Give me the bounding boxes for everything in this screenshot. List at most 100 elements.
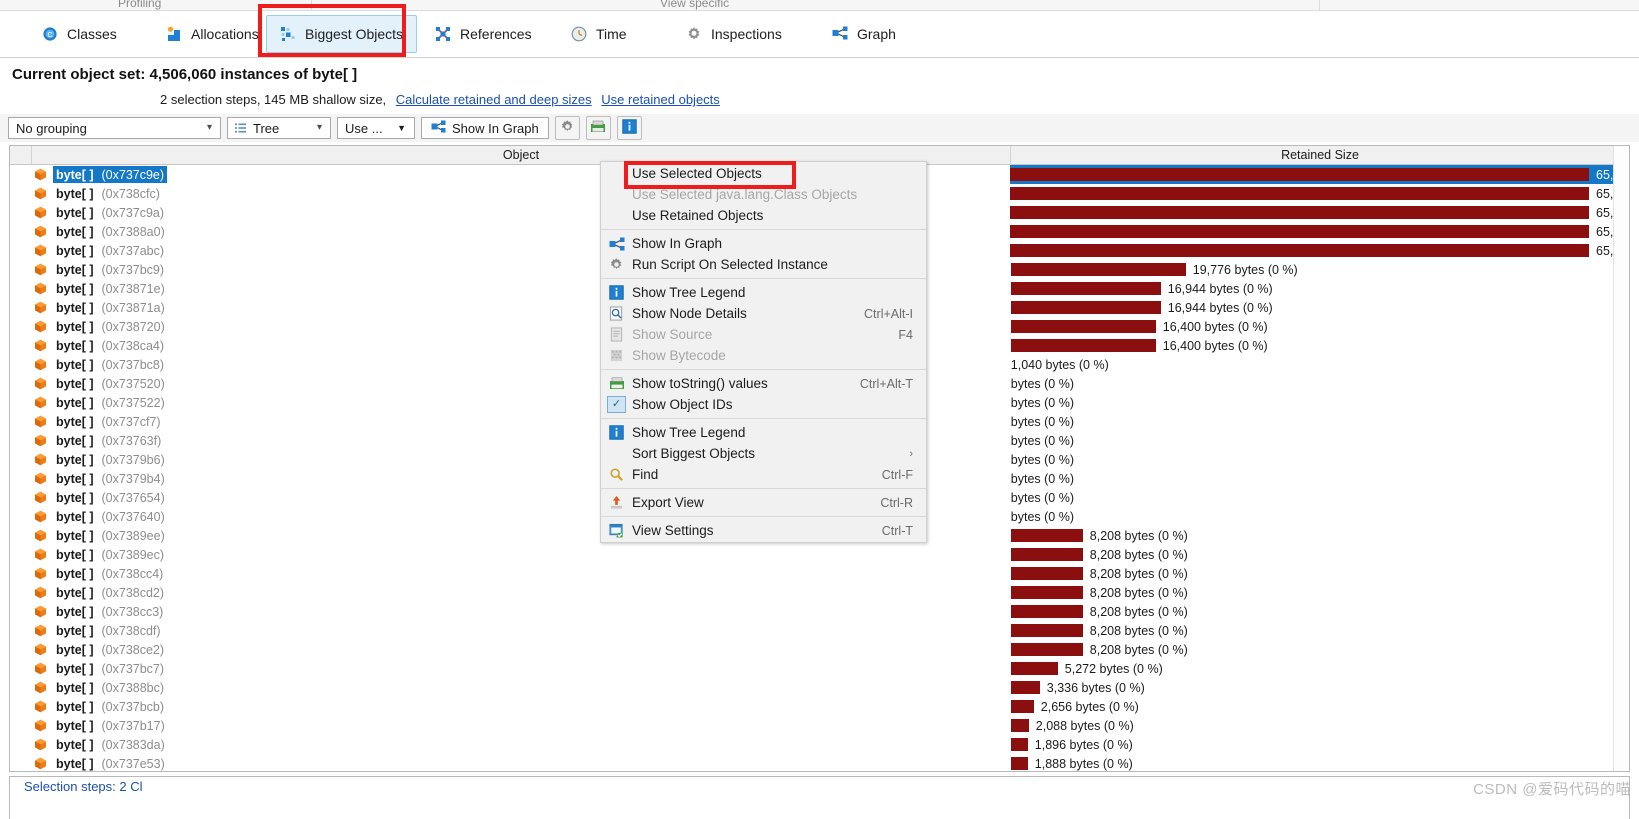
menu-item-label: Show Tree Legend [632, 425, 746, 440]
object-label-box: byte[ ] (0x737abc) [53, 242, 167, 259]
menu-item-use-retained-objects[interactable]: Use Retained Objects [601, 205, 926, 226]
object-label-box: byte[ ] (0x737c9a) [53, 204, 167, 221]
object-class-name: byte[ ] [56, 224, 94, 239]
retained-size-cell: bytes (0 %) [1011, 488, 1629, 507]
show-in-graph-label: Show In Graph [452, 120, 539, 136]
cube-icon [34, 301, 47, 314]
table-row[interactable]: byte[ ] (0x738cd2) 8,208 bytes (0 %) [10, 583, 1629, 602]
menu-item-sort-biggest-objects[interactable]: Sort Biggest Objects › [601, 443, 926, 464]
cube-icon [34, 282, 47, 295]
retained-size-label: 8,208 bytes (0 %) [1089, 566, 1188, 581]
menu-item-shortcut: Ctrl-T [881, 523, 913, 538]
vertical-scrollbar[interactable] [1613, 146, 1629, 771]
table-header-retained-size[interactable]: Retained Size ▼ [1011, 146, 1629, 165]
cube-icon [34, 662, 47, 675]
object-label-box: byte[ ] (0x737b17) [53, 717, 168, 734]
menu-item-label: Show Bytecode [632, 348, 726, 363]
object-id: (0x738ce2) [101, 642, 165, 657]
retained-size-label: 8,208 bytes (0 %) [1089, 604, 1188, 619]
tab-biggest-objects[interactable]: Biggest Objects [266, 15, 418, 53]
checkbox-checked-icon[interactable]: ✓ [607, 396, 626, 413]
show-in-graph-button[interactable]: Show In Graph [421, 117, 549, 139]
object-class-name: byte[ ] [56, 528, 94, 543]
menu-item-label: Show In Graph [632, 236, 723, 251]
table-row[interactable]: byte[ ] (0x738cdf) 8,208 bytes (0 %) [10, 621, 1629, 640]
menu-item-show-object-ids[interactable]: ✓ Show Object IDs [601, 394, 926, 415]
table-row[interactable]: byte[ ] (0x738cc4) 8,208 bytes (0 %) [10, 564, 1629, 583]
ribbon-group-label-view-specific: View specific [660, 0, 730, 10]
show-tostring-values-button[interactable] [585, 116, 611, 140]
table-row[interactable]: byte[ ] (0x737b17) 2,088 bytes (0 %) [10, 716, 1629, 735]
table-row[interactable]: byte[ ] (0x737e53) 1,888 bytes (0 %) [10, 754, 1629, 771]
object-class-name: byte[ ] [56, 718, 94, 733]
menu-item-show-in-graph[interactable]: Show In Graph [601, 233, 926, 254]
tab-graph[interactable]: Graph [818, 15, 910, 53]
table-row[interactable]: byte[ ] (0x737bcb) 2,656 bytes (0 %) [10, 697, 1629, 716]
object-class-name: byte[ ] [56, 262, 94, 277]
menu-separator [601, 229, 926, 230]
info-icon [622, 119, 637, 137]
menu-item-shortcut: Ctrl-F [881, 467, 913, 482]
checkbox-checked-icon: ✓ [601, 396, 632, 413]
tab-allocations[interactable]: Allocations [152, 15, 273, 53]
tab-label: Allocations [191, 26, 259, 42]
object-class-name: byte[ ] [56, 186, 94, 201]
use-dropdown-button[interactable]: Use ... ▼ [337, 117, 415, 139]
retained-size-cell: 65,552 bytes (0 %) [1010, 184, 1629, 203]
object-name-cell: byte[ ] (0x738cd2) [10, 583, 1011, 602]
tab-references[interactable]: References [421, 15, 546, 53]
menu-item-show-tostring-values[interactable]: Show toString() values Ctrl+Alt-T [601, 373, 926, 394]
retained-size-label: 16,944 bytes (0 %) [1167, 300, 1273, 315]
ribbon-group-label-profiling: Profiling [118, 0, 162, 10]
retained-size-cell: 2,656 bytes (0 %) [1010, 697, 1629, 716]
object-name-cell: byte[ ] (0x737b17) [10, 716, 1011, 735]
menu-item-shortcut: F4 [898, 327, 913, 342]
tostring-icon [590, 120, 606, 137]
grouping-select[interactable]: No grouping ▾ [8, 117, 221, 139]
table-row[interactable]: byte[ ] (0x738cc3) 8,208 bytes (0 %) [10, 602, 1629, 621]
object-label-box: byte[ ] (0x737bc7) [53, 660, 167, 677]
menu-item-label: Use Selected Objects [632, 166, 762, 181]
table-row[interactable]: byte[ ] (0x738ce2) 8,208 bytes (0 %) [10, 640, 1629, 659]
use-retained-objects-link[interactable]: Use retained objects [601, 92, 720, 107]
retained-size-cell: bytes (0 %) [1011, 507, 1629, 526]
object-label-box: byte[ ] (0x7379b6) [53, 451, 168, 468]
object-id: (0x738ca4) [101, 338, 165, 353]
calculate-retained-deep-sizes-link[interactable]: Calculate retained and deep sizes [396, 92, 592, 107]
cube-icon [34, 738, 47, 751]
table-row[interactable]: byte[ ] (0x7383da) 1,896 bytes (0 %) [10, 735, 1629, 754]
retained-size-bar [1010, 624, 1083, 637]
retained-size-label: bytes (0 %) [1010, 414, 1074, 429]
caret-down-icon: ▼ [397, 123, 406, 133]
settings-button[interactable] [554, 116, 580, 140]
menu-item-label: Show Source [632, 327, 713, 342]
view-toolbar: No grouping ▾ Tree ▾ Use ... ▼ Show In G… [0, 114, 1639, 142]
tab-label: Classes [67, 26, 117, 42]
info-button[interactable] [616, 116, 642, 140]
menu-separator [601, 278, 926, 279]
menu-item-use-selected-objects[interactable]: Use Selected Objects [601, 163, 926, 184]
menu-item-show-tree-legend[interactable]: Show Tree Legend [601, 422, 926, 443]
view-settings-icon [601, 523, 632, 538]
object-id: (0x737654) [101, 490, 165, 505]
menu-item-view-settings[interactable]: View Settings Ctrl-T [601, 520, 926, 541]
menu-item-run-script-on-selected-instance[interactable]: Run Script On Selected Instance [601, 254, 926, 275]
menu-item-show-tree-legend[interactable]: Show Tree Legend [601, 282, 926, 303]
menu-item-show-node-details[interactable]: Show Node Details Ctrl+Alt-I [601, 303, 926, 324]
tab-inspections[interactable]: Inspections [672, 15, 796, 53]
object-class-name: byte[ ] [56, 661, 94, 676]
view-mode-select[interactable]: Tree ▾ [227, 117, 331, 139]
menu-item-find[interactable]: Find Ctrl-F [601, 464, 926, 485]
menu-item-export-view[interactable]: Export View Ctrl-R [601, 492, 926, 513]
object-label-box: byte[ ] (0x738ce2) [53, 641, 167, 658]
table-row[interactable]: byte[ ] (0x737bc7) 5,272 bytes (0 %) [10, 659, 1629, 678]
tab-time[interactable]: Time [557, 15, 641, 53]
tab-classes[interactable]: C Classes [28, 15, 131, 53]
menu-item-use-selected-java-lang-class-objects: Use Selected java.lang.Class Objects [601, 184, 926, 205]
table-row[interactable]: byte[ ] (0x7388bc) 3,336 bytes (0 %) [10, 678, 1629, 697]
retained-size-cell: 8,208 bytes (0 %) [1010, 583, 1629, 602]
table-row[interactable]: byte[ ] (0x7389ec) 8,208 bytes (0 %) [10, 545, 1629, 564]
chevron-right-icon: › [909, 447, 913, 460]
object-id: (0x7389ec) [101, 547, 165, 562]
menu-item-label: Show Object IDs [632, 397, 733, 412]
